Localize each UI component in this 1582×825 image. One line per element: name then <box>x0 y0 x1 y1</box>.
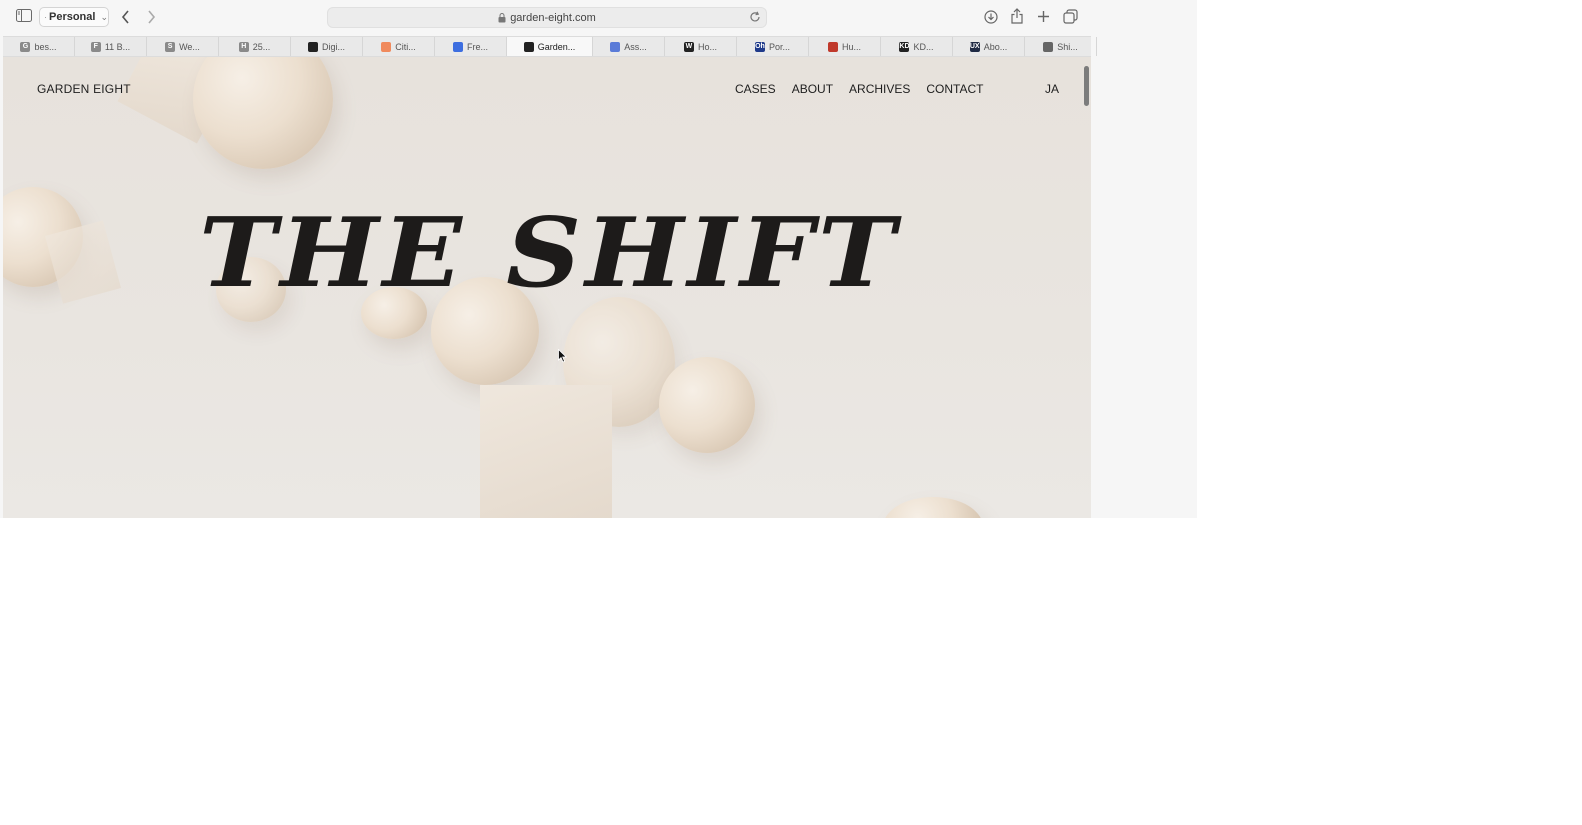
tab-favicon-icon <box>1043 41 1054 52</box>
nav-about[interactable]: ABOUT <box>792 82 833 96</box>
tab-strip: Gbes... F 11 B... S We... H 25... Digi... Citi..… <box>3 36 1097 57</box>
tab-label: Garden... <box>537 41 576 52</box>
tab-favicon-icon <box>381 41 392 52</box>
tab-favicon-icon: KD <box>899 41 910 52</box>
browser-tab[interactable]: S We... <box>147 37 219 56</box>
browser-tab[interactable]: Citi... <box>363 37 435 56</box>
browser-tab[interactable]: UX Abo... <box>953 37 1025 56</box>
tab-label: Fre... <box>466 41 488 52</box>
tab-label: Citi... <box>395 41 416 52</box>
tab-label: Digi... <box>321 41 345 52</box>
tab-favicon-icon <box>523 41 534 52</box>
browser-tab[interactable]: Gbes... <box>3 37 75 56</box>
sidebar-toggle-icon[interactable] <box>16 9 32 22</box>
tab-label: Hu... <box>841 41 861 52</box>
lock-icon <box>498 12 506 22</box>
profile-button[interactable]: Personal ⌄ <box>39 7 109 27</box>
browser-tab[interactable]: Ass... <box>593 37 665 56</box>
tab-favicon-icon: G <box>20 41 31 52</box>
chevron-down-icon: ⌄ <box>100 11 108 22</box>
tab-overview-icon[interactable] <box>1063 9 1078 24</box>
new-tab-icon[interactable] <box>1037 10 1050 23</box>
browser-tab[interactable]: Shi... <box>1025 37 1097 56</box>
mouse-pointer-icon <box>558 349 568 363</box>
tab-favicon-icon <box>452 41 463 52</box>
download-icon[interactable] <box>984 10 998 24</box>
reload-icon[interactable] <box>749 11 761 23</box>
site-logo[interactable]: GARDEN EIGHT <box>37 82 131 96</box>
tab-label: We... <box>179 41 200 52</box>
browser-toolbar: Personal ⌄ garden-eight.com <box>0 0 1197 36</box>
tab-favicon-icon: UX <box>969 41 980 52</box>
forward-icon[interactable] <box>147 10 156 24</box>
browser-tab[interactable]: Digi... <box>291 37 363 56</box>
tab-favicon-icon <box>610 41 621 52</box>
tab-label: Abo... <box>983 41 1008 52</box>
back-icon[interactable] <box>121 10 130 24</box>
nav-cases[interactable]: CASES <box>735 82 776 96</box>
browser-tab[interactable]: Hu... <box>809 37 881 56</box>
tab-favicon-icon: H <box>238 41 249 52</box>
browser-tab[interactable]: Fre... <box>435 37 507 56</box>
tab-label: Ho... <box>697 41 717 52</box>
share-icon[interactable] <box>1011 8 1023 24</box>
main-menu: CASES ABOUT ARCHIVES CONTACT <box>735 82 984 96</box>
tab-label: Por... <box>768 41 790 52</box>
hero-title: THE SHIFT <box>199 195 900 310</box>
page-viewport: GARDEN EIGHT CASES ABOUT ARCHIVES CONTAC… <box>3 57 1091 518</box>
tab-label: bes... <box>34 41 57 52</box>
tab-label: 11 B... <box>104 41 131 52</box>
browser-tab[interactable]: Garden... <box>507 37 593 56</box>
tab-label: KD... <box>913 41 934 52</box>
browser-tab[interactable]: Oh Por... <box>737 37 809 56</box>
tab-favicon-icon: W <box>683 41 694 52</box>
decorative-sphere <box>883 497 983 518</box>
scrollbar[interactable] <box>1084 66 1089 106</box>
tab-favicon-icon <box>827 41 838 52</box>
profile-label: Personal <box>48 11 96 23</box>
tab-favicon-icon: S <box>165 41 176 52</box>
nav-contact[interactable]: CONTACT <box>926 82 983 96</box>
decorative-cube <box>480 385 612 518</box>
browser-tab[interactable]: W Ho... <box>665 37 737 56</box>
language-switch[interactable]: JA <box>1045 82 1059 96</box>
tab-label: Ass... <box>624 41 647 52</box>
nav-archives[interactable]: ARCHIVES <box>849 82 910 96</box>
browser-tab[interactable]: H 25... <box>219 37 291 56</box>
url-text: garden-eight.com <box>510 11 596 24</box>
decorative-cube <box>44 220 122 304</box>
decorative-sphere <box>659 357 755 453</box>
tab-label: Shi... <box>1057 41 1078 52</box>
person-icon <box>45 16 46 18</box>
site-header: GARDEN EIGHT CASES ABOUT ARCHIVES CONTAC… <box>3 57 1091 123</box>
tab-favicon-icon: F <box>90 41 101 52</box>
tab-favicon-icon <box>307 41 318 52</box>
browser-tab[interactable]: KD KD... <box>881 37 953 56</box>
browser-window: Personal ⌄ garden-eight.com Gbes... F 11 B… <box>0 0 1197 518</box>
tab-label: 25... <box>252 41 271 52</box>
browser-tab[interactable]: F 11 B... <box>75 37 147 56</box>
address-bar[interactable]: garden-eight.com <box>327 7 767 28</box>
tab-favicon-icon: Oh <box>754 41 765 52</box>
